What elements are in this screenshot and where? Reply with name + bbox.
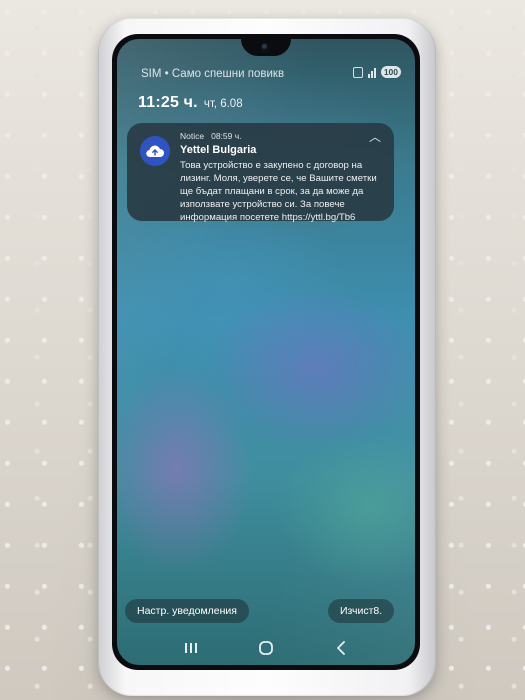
battery-icon: 100 [380,66,401,78]
clock-date: чт, 6.08 [203,98,243,110]
clock: 11:25 ч. чт, 6.08 [138,94,243,112]
notification-settings-button[interactable]: Настр. уведомления [125,599,249,623]
back-icon[interactable] [326,636,356,660]
cloud-upload-icon [140,136,170,166]
nfc-icon [352,66,363,78]
signal-icon [367,67,376,78]
carrier-text: SIM • Само спешни повикв [141,68,285,80]
clock-time: 11:25 ч. [138,94,198,111]
recents-icon[interactable] [176,636,206,660]
chevron-up-icon[interactable]: ︿ [369,128,381,145]
home-icon[interactable] [251,636,281,660]
notification-body: Това устройство е закупено с договор на … [180,160,377,223]
notification-label: Notice [180,131,205,141]
notification-time: 08:59 ч. [211,131,242,141]
lock-screen: SIM • Само спешни повикв 100 11:25 ч. чт… [117,39,415,665]
navigation-bar [117,631,415,665]
notification-meta: Notice 08:59 ч. [180,131,242,141]
front-camera-icon [260,42,271,53]
notification-card[interactable]: Notice 08:59 ч. ︿ Yettel Bulgaria Това у… [127,123,394,223]
clear-notifications-button[interactable]: Изчист8. [328,599,395,623]
status-icons: 100 [352,66,401,78]
status-bar: SIM • Само спешни повикв 100 [133,66,401,82]
notification-title: Yettel Bulgaria [180,144,257,156]
